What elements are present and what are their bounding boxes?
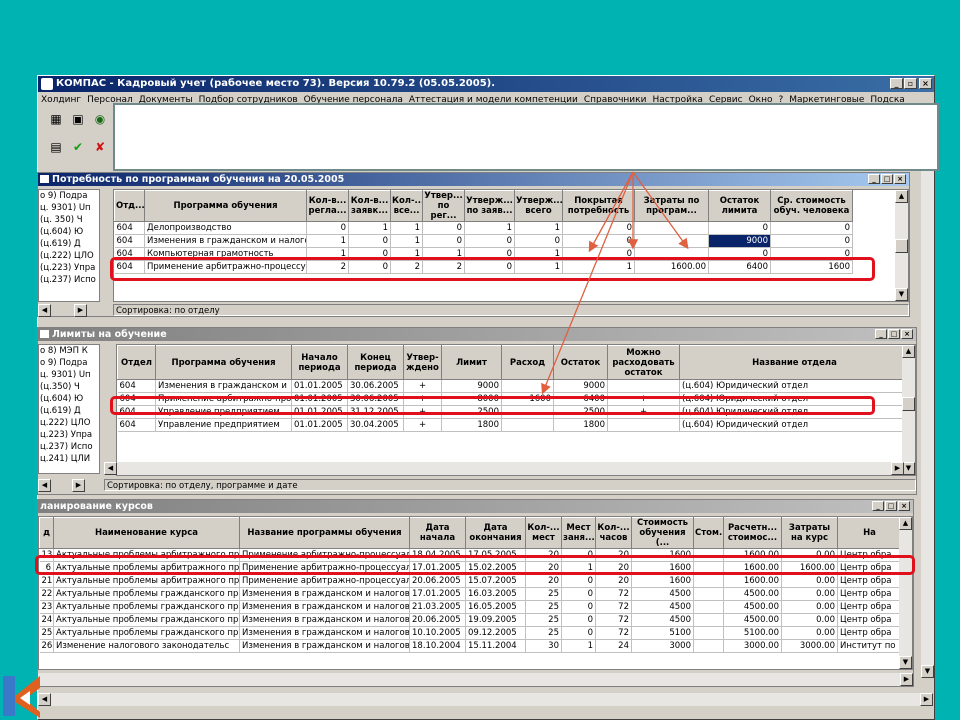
company-logo (3, 676, 40, 718)
callout-arrows (541, 171, 689, 395)
